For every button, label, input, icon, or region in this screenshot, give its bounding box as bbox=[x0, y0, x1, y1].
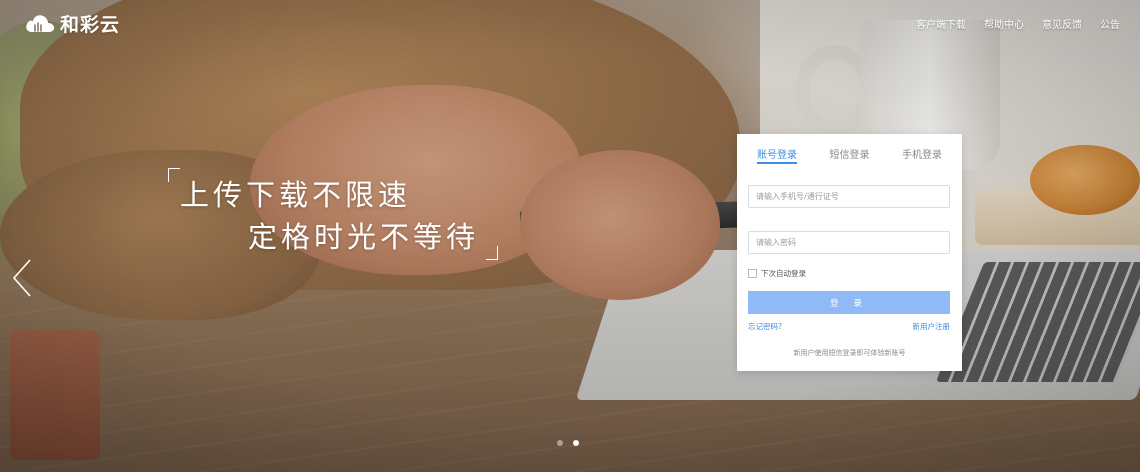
cloud-logo-icon bbox=[26, 14, 55, 32]
login-card: 账号登录 短信登录 手机登录 下次自动登录 登 录 忘记密码? 新用户注册 新用… bbox=[737, 134, 962, 371]
forgot-password-link[interactable]: 忘记密码? bbox=[748, 321, 782, 332]
nav-help-center[interactable]: 帮助中心 bbox=[984, 16, 1024, 31]
remember-checkbox[interactable] bbox=[748, 269, 757, 278]
brand-logo[interactable]: 和彩云 bbox=[24, 10, 120, 37]
carousel-dots bbox=[557, 440, 579, 446]
nav-client-download[interactable]: 客户端下载 bbox=[916, 16, 966, 31]
account-input[interactable] bbox=[748, 185, 950, 208]
carousel-dot-1[interactable] bbox=[557, 440, 563, 446]
slogan-line-2: 定格时光不等待 bbox=[248, 220, 480, 254]
remember-login[interactable]: 下次自动登录 bbox=[748, 268, 806, 279]
background-vignette bbox=[0, 0, 1140, 472]
remember-label: 下次自动登录 bbox=[761, 269, 806, 278]
tab-phone-login[interactable]: 手机登录 bbox=[902, 134, 942, 164]
login-tip: 新用户使用短信登录即可体验新账号 bbox=[793, 349, 906, 357]
tab-sms-login[interactable]: 短信登录 bbox=[830, 134, 870, 164]
tab-account-login[interactable]: 账号登录 bbox=[757, 134, 797, 164]
hero-background bbox=[0, 0, 1140, 472]
brand-name: 和彩云 bbox=[60, 14, 121, 36]
register-link[interactable]: 新用户注册 bbox=[913, 321, 951, 332]
slogan-line-1: 上传下载不限速 bbox=[180, 178, 412, 212]
nav-feedback[interactable]: 意见反馈 bbox=[1042, 16, 1082, 31]
bracket-close-icon bbox=[486, 246, 498, 260]
password-input[interactable] bbox=[748, 231, 950, 254]
carousel-dot-2[interactable] bbox=[573, 440, 579, 446]
chevron-left-icon[interactable] bbox=[10, 258, 40, 298]
nav-announcement[interactable]: 公告 bbox=[1100, 16, 1120, 31]
bracket-open-icon bbox=[168, 168, 180, 182]
login-button[interactable]: 登 录 bbox=[748, 291, 950, 314]
login-tabs: 账号登录 短信登录 手机登录 bbox=[737, 134, 962, 166]
top-navigation: 客户端下载 帮助中心 意见反馈 公告 bbox=[916, 16, 1120, 31]
